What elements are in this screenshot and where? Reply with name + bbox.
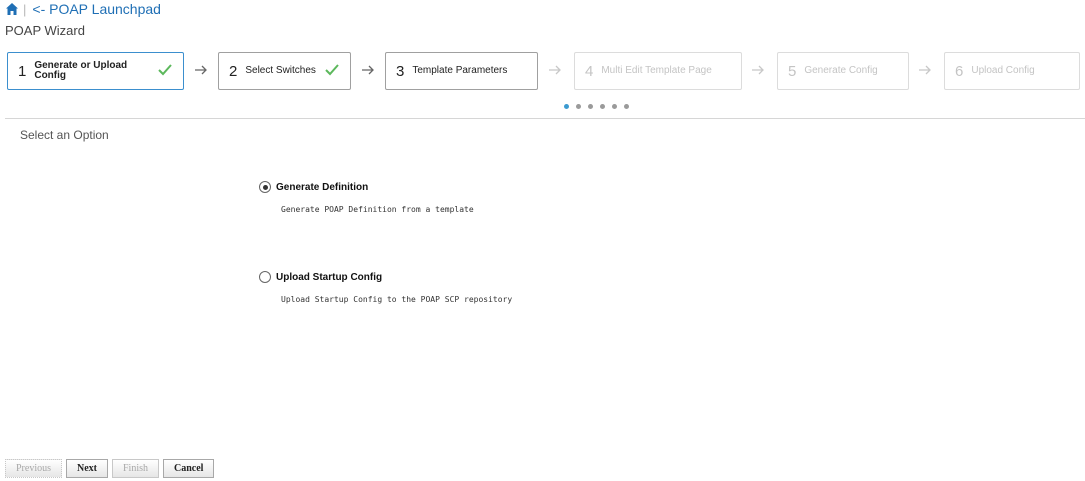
page-title: POAP Wizard	[5, 23, 85, 38]
option-description: Upload Startup Config to the POAP SCP re…	[281, 295, 513, 304]
step-number: 6	[955, 62, 964, 80]
arrow-right-icon	[752, 65, 764, 75]
finish-button: Finish	[112, 459, 160, 478]
option-generate-definition: Generate Definition Generate POAP Defini…	[259, 181, 474, 214]
option-description: Generate POAP Definition from a template	[281, 205, 474, 214]
step-number: 5	[788, 62, 797, 80]
arrow-right-icon	[362, 65, 374, 75]
launchpad-link[interactable]: <- POAP Launchpad	[32, 1, 161, 17]
divider	[5, 118, 1085, 119]
wizard-step-3[interactable]: 3 Template Parameters	[385, 52, 538, 90]
step-label: Select Switches	[245, 65, 316, 76]
generate-definition-radio[interactable]	[259, 181, 271, 193]
step-label: Multi Edit Template Page	[601, 65, 712, 76]
checkmark-icon	[325, 64, 339, 76]
wizard-footer: Previous Next Finish Cancel	[5, 459, 218, 478]
previous-button: Previous	[5, 459, 62, 478]
section-title: Select an Option	[20, 128, 109, 142]
option-label[interactable]: Upload Startup Config	[276, 272, 382, 283]
step-label: Generate or Upload Config	[34, 60, 128, 81]
page-dot[interactable]	[624, 104, 629, 109]
step-page-indicator	[564, 104, 636, 109]
page-dot[interactable]	[600, 104, 605, 109]
wizard-step-1[interactable]: 1 Generate or Upload Config	[7, 52, 184, 90]
option-label[interactable]: Generate Definition	[276, 182, 368, 193]
step-number: 3	[396, 62, 405, 80]
page-dot[interactable]	[564, 104, 569, 109]
generate-definition-radio-row[interactable]: Generate Definition	[259, 181, 474, 193]
top-nav: | <- POAP Launchpad	[5, 1, 161, 17]
arrow-right-icon	[919, 65, 931, 75]
step-label: Template Parameters	[412, 65, 508, 76]
home-icon[interactable]	[5, 2, 19, 16]
wizard-step-5: 5 Generate Config	[777, 52, 909, 90]
step-number: 4	[585, 62, 594, 80]
arrow-right-icon	[549, 65, 561, 75]
step-label: Upload Config	[971, 65, 1035, 76]
wizard-step-6: 6 Upload Config	[944, 52, 1080, 90]
nav-separator: |	[23, 1, 27, 17]
upload-startup-config-radio-row[interactable]: Upload Startup Config	[259, 271, 512, 283]
page-dot[interactable]	[612, 104, 617, 109]
step-number: 1	[18, 62, 27, 80]
step-label: Generate Config	[804, 65, 878, 76]
page-dot[interactable]	[576, 104, 581, 109]
upload-startup-config-radio[interactable]	[259, 271, 271, 283]
next-button[interactable]: Next	[66, 459, 108, 478]
arrow-right-icon	[195, 65, 207, 75]
step-number: 2	[229, 62, 238, 80]
option-upload-startup-config: Upload Startup Config Upload Startup Con…	[259, 271, 512, 304]
page-dot[interactable]	[588, 104, 593, 109]
wizard-step-2[interactable]: 2 Select Switches	[218, 52, 351, 90]
wizard-step-4: 4 Multi Edit Template Page	[574, 52, 742, 90]
checkmark-icon	[158, 64, 172, 76]
cancel-button[interactable]: Cancel	[163, 459, 215, 478]
